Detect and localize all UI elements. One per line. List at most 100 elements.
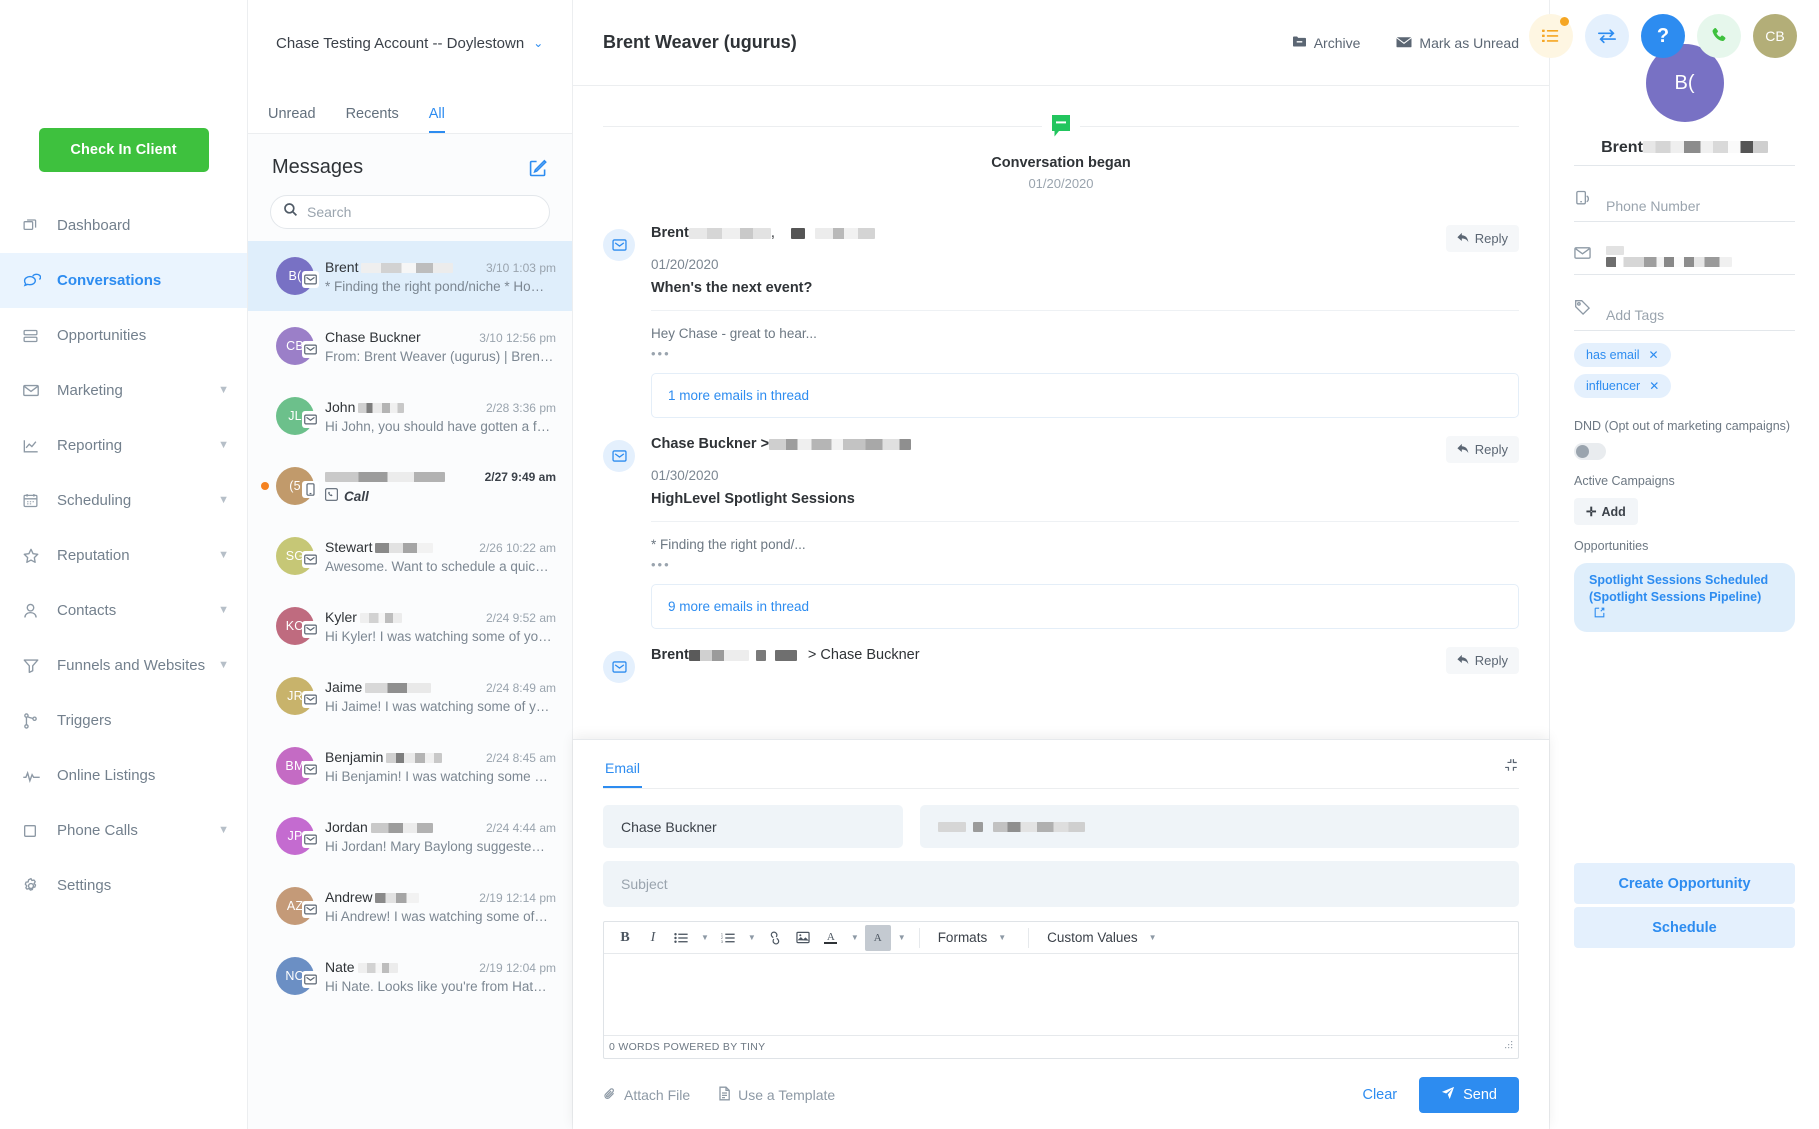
use-template-button[interactable]: Use a Template (718, 1086, 835, 1104)
tab-all[interactable]: All (428, 106, 445, 133)
email-channel-icon (302, 341, 319, 358)
message-preview: Hi Andrew! I was watching some of… (325, 908, 548, 924)
search-wrapper (248, 185, 572, 241)
sidebar-item-online-listings[interactable]: Online Listings (0, 748, 247, 803)
create-opportunity-button[interactable]: Create Opportunity (1574, 863, 1795, 904)
link-button[interactable] (762, 925, 788, 951)
message-body: Andrew 2/19 12:14 pm Hi Andrew! I was watc… (325, 889, 556, 924)
search-input[interactable] (307, 204, 537, 220)
archive-icon (1292, 35, 1307, 51)
message-list-item[interactable]: SG Stewart 2/26 10:22 am Awesome. Want to s… (248, 521, 572, 591)
sidebar-item-settings[interactable]: Settings (0, 858, 247, 913)
tab-unread[interactable]: Unread (268, 106, 316, 133)
person-icon (22, 600, 48, 622)
reply-button[interactable]: Reply (1445, 436, 1519, 463)
tab-recents[interactable]: Recents (346, 106, 399, 133)
numbered-list-button[interactable]: 123 (715, 925, 741, 951)
image-button[interactable] (790, 925, 816, 951)
sidebar-item-conversations[interactable]: Conversations (0, 253, 247, 308)
search-box[interactable] (270, 195, 550, 229)
message-list-item[interactable]: KO Kyler 2/24 9:52 am Hi Kyler! I was watch… (248, 591, 572, 661)
sidebar-item-opportunities[interactable]: Opportunities (0, 308, 247, 363)
compose-message-icon[interactable] (528, 158, 548, 178)
tag-chip[interactable]: influencer ✕ (1574, 374, 1672, 398)
attach-file-button[interactable]: Attach File (603, 1087, 690, 1104)
avatar[interactable]: CB (1753, 14, 1797, 58)
tags-field[interactable]: Add Tags (1574, 299, 1795, 331)
custom-values-dropdown[interactable]: Custom Values ▼ (1038, 925, 1169, 951)
opportunity-chip[interactable]: Spotlight Sessions Scheduled (Spotlight … (1574, 563, 1795, 632)
collapse-composer-icon[interactable] (1504, 758, 1519, 786)
sidebar-item-contacts[interactable]: Contacts ▼ (0, 583, 247, 638)
dnd-toggle[interactable] (1574, 443, 1606, 460)
message-list-item[interactable]: (5 2/27 9:49 am Call (248, 451, 572, 521)
message-list-item[interactable]: BM Benjamin 2/24 8:45 am Hi Benjamin! I was… (248, 731, 572, 801)
editor-body[interactable] (604, 954, 1518, 1036)
numbered-list-caret-icon[interactable]: ▼ (744, 933, 760, 942)
expand-ellipsis[interactable]: ••• (651, 346, 1519, 361)
email-channel-icon (302, 761, 319, 778)
phone-icon[interactable] (1697, 14, 1741, 58)
text-color-button[interactable]: A (818, 925, 844, 951)
message-list-item[interactable]: B(Brent 3/10 1:03 pm * Finding the right p… (248, 241, 572, 311)
reply-button[interactable]: Reply (1445, 647, 1519, 674)
sidebar-item-reputation[interactable]: Reputation ▼ (0, 528, 247, 583)
more-emails-button[interactable]: 9 more emails in thread (651, 584, 1519, 629)
sidebar-item-triggers[interactable]: Triggers (0, 693, 247, 748)
more-emails-button[interactable]: 1 more emails in thread (651, 373, 1519, 418)
email-field[interactable] (1574, 246, 1795, 275)
message-list-item[interactable]: JL John 2/28 3:36 pm Hi John, you should ha… (248, 381, 572, 451)
message-list[interactable]: B(Brent 3/10 1:03 pm * Finding the right p… (248, 241, 572, 1129)
sidebar-item-funnels-and-websites[interactable]: Funnels and Websites ▼ (0, 638, 247, 693)
sidebar-item-marketing[interactable]: Marketing ▼ (0, 363, 247, 418)
remove-tag-icon[interactable]: ✕ (1649, 348, 1659, 362)
chart-icon (22, 435, 48, 457)
text-color-caret-icon[interactable]: ▼ (847, 933, 863, 942)
message-list-item[interactable]: AZ Andrew 2/19 12:14 pm Hi Andrew! I was wa… (248, 871, 572, 941)
message-preview: * Finding the right pond/niche * Ho… (325, 278, 545, 294)
cc-field[interactable] (920, 805, 1519, 848)
tag-chip[interactable]: has email ✕ (1574, 343, 1671, 367)
account-selector[interactable]: Chase Testing Account -- Doylestown ⌄ (248, 0, 572, 86)
to-field[interactable]: Chase Buckner (603, 805, 903, 848)
italic-button[interactable]: I (640, 925, 666, 951)
message-line-1: 2/27 9:49 am (325, 468, 556, 484)
send-button[interactable]: Send (1419, 1077, 1519, 1113)
edit-icon[interactable] (1594, 607, 1605, 621)
check-in-client-button[interactable]: Check In Client (38, 128, 209, 172)
schedule-button[interactable]: Schedule (1574, 907, 1795, 948)
bold-button[interactable]: B (612, 925, 638, 951)
message-list-item[interactable]: JP Jordan 2/24 4:44 am Hi Jordan! Mary Bayl… (248, 801, 572, 871)
reply-button[interactable]: Reply (1445, 225, 1519, 252)
switch-account-icon[interactable] (1585, 14, 1629, 58)
message-list-item[interactable]: NO Nate 2/19 12:04 pm Hi Nate. Looks like y… (248, 941, 572, 1011)
email-sender: Brent, (651, 225, 875, 241)
chevron-down-icon: ▼ (218, 549, 229, 561)
tasks-icon[interactable] (1529, 14, 1573, 58)
message-line-1: John 2/28 3:36 pm (325, 399, 556, 415)
background-color-caret-icon[interactable]: ▼ (894, 933, 910, 942)
bullet-list-button[interactable] (668, 925, 694, 951)
archive-button[interactable]: Archive (1292, 35, 1360, 51)
message-list-item[interactable]: CB Chase Buckner 3/10 12:56 pm From: Brent … (248, 311, 572, 381)
clear-button[interactable]: Clear (1340, 1087, 1419, 1103)
sidebar-item-dashboard[interactable]: Dashboard (0, 198, 247, 253)
phone-field[interactable]: Phone Number (1574, 190, 1795, 222)
sidebar-item-scheduling[interactable]: Scheduling ▼ (0, 473, 247, 528)
tab-email[interactable]: Email (603, 756, 643, 788)
subject-field[interactable]: Subject (603, 861, 1519, 907)
sidebar-item-phone-calls[interactable]: Phone Calls ▼ (0, 803, 247, 858)
bullet-list-caret-icon[interactable]: ▼ (697, 933, 713, 942)
formats-dropdown[interactable]: Formats ▼ (929, 925, 1019, 951)
remove-tag-icon[interactable]: ✕ (1649, 379, 1659, 393)
add-campaign-button[interactable]: ✛ Add (1574, 498, 1638, 525)
mark-as-unread-button[interactable]: Mark as Unread (1396, 35, 1519, 51)
resize-handle[interactable] (1504, 1041, 1513, 1053)
expand-ellipsis[interactable]: ••• (651, 557, 1519, 572)
background-color-button[interactable]: A (864, 924, 891, 951)
message-list-item[interactable]: JR Jaime 2/24 8:49 am Hi Jaime! I was watch… (248, 661, 572, 731)
sidebar-item-label: Dashboard (57, 217, 131, 234)
toggle-knob (1576, 445, 1589, 458)
sidebar-item-reporting[interactable]: Reporting ▼ (0, 418, 247, 473)
help-icon[interactable]: ? (1641, 14, 1685, 58)
